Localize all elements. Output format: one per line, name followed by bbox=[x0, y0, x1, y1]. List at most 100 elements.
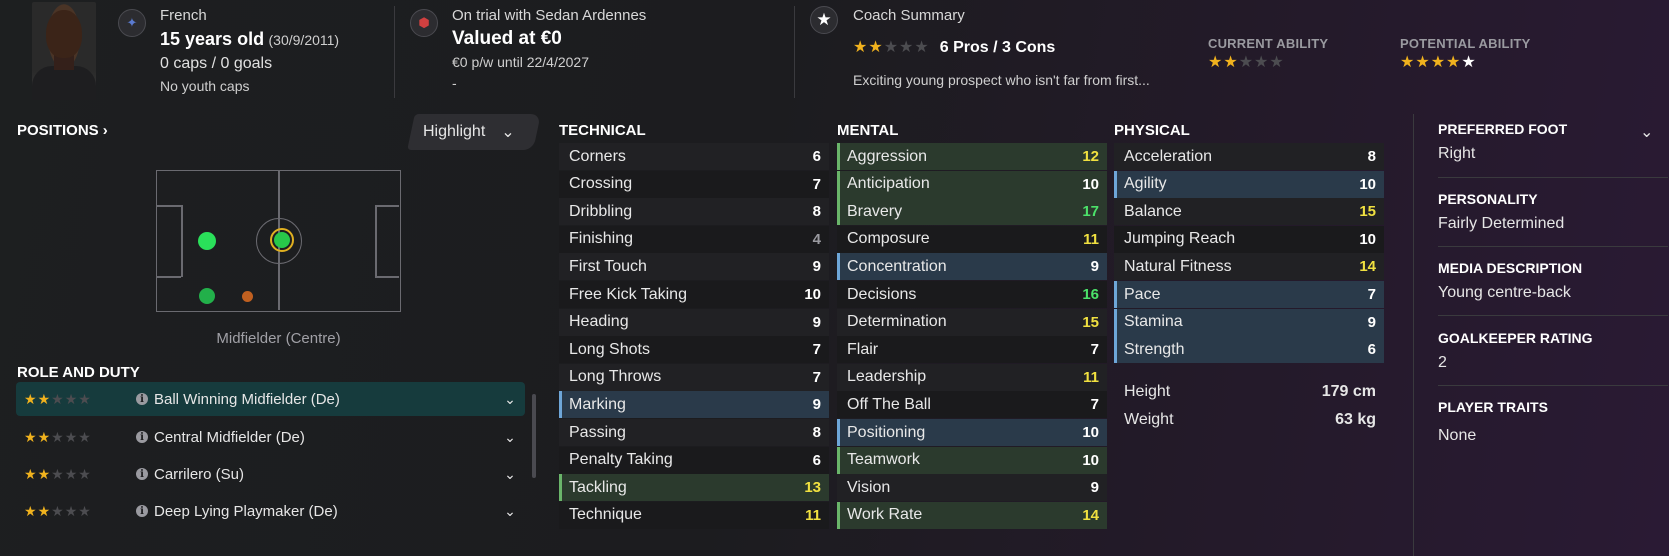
role-stars: ★★★★★ bbox=[16, 429, 136, 446]
star-empty-icon: ★ bbox=[51, 465, 65, 482]
attribute-name: Penalty Taking bbox=[569, 451, 673, 469]
info-icon[interactable]: i bbox=[136, 505, 148, 517]
attribute-row[interactable]: Passing 8 bbox=[559, 419, 829, 446]
star-empty-icon: ★ bbox=[1238, 54, 1255, 71]
attribute-row[interactable]: Crossing 7 bbox=[559, 170, 829, 198]
role-row[interactable]: ★★★★★ i Carrilero (Su) ⌄ bbox=[16, 457, 525, 491]
attribute-row[interactable]: Teamwork 10 bbox=[837, 446, 1107, 474]
attribute-row[interactable]: Flair 7 bbox=[837, 336, 1107, 364]
attribute-row[interactable]: Marking 9 bbox=[559, 391, 829, 419]
attribute-row[interactable]: Stamina 9 bbox=[1114, 308, 1384, 336]
attribute-row[interactable]: Off The Ball 7 bbox=[837, 391, 1107, 419]
attribute-name: Leadership bbox=[847, 368, 927, 386]
contract: €0 p/w until 22/4/2027 bbox=[452, 54, 589, 70]
chevron-down-icon[interactable]: ⌄ bbox=[495, 466, 525, 483]
attribute-row[interactable]: Bravery 17 bbox=[837, 198, 1107, 226]
star-empty-icon: ★ bbox=[1269, 54, 1285, 71]
attribute-row[interactable]: First Touch 9 bbox=[559, 253, 829, 281]
coach-summary-title[interactable]: Coach Summary bbox=[853, 7, 965, 24]
attribute-row[interactable]: Pace 7 bbox=[1114, 281, 1384, 308]
attribute-value: 16 bbox=[1082, 286, 1099, 303]
attribute-row[interactable]: Dribbling 8 bbox=[559, 198, 829, 226]
attribute-name: Strength bbox=[1124, 340, 1185, 358]
attribute-name: Balance bbox=[1124, 202, 1182, 220]
role-row[interactable]: ★★★★★ i Central Midfielder (De) ⌄ bbox=[16, 420, 525, 454]
role-row[interactable]: ★★★★★ i Ball Winning Midfielder (De) ⌄ bbox=[16, 382, 525, 416]
star-filled-icon: ★ bbox=[1400, 54, 1416, 71]
star-empty-icon: ★ bbox=[78, 390, 92, 407]
attribute-row[interactable]: Determination 15 bbox=[837, 308, 1107, 336]
media-description: Young centre-back bbox=[1438, 284, 1571, 301]
chevron-right-icon: › bbox=[102, 122, 108, 139]
attribute-row[interactable]: Penalty Taking 6 bbox=[559, 446, 829, 474]
coach-summary-text: Exciting young prospect who isn't far fr… bbox=[853, 72, 1150, 88]
info-icon[interactable]: i bbox=[136, 468, 148, 480]
attribute-name: Concentration bbox=[847, 257, 947, 275]
attribute-name: Bravery bbox=[847, 202, 903, 220]
attribute-row[interactable]: Corners 6 bbox=[559, 143, 829, 170]
attribute-row[interactable]: Decisions 16 bbox=[837, 281, 1107, 308]
role-row[interactable]: ★★★★★ i Deep Lying Playmaker (De) ⌄ bbox=[16, 494, 525, 528]
chevron-down-icon[interactable]: ⌄ bbox=[1640, 122, 1653, 142]
attribute-row[interactable]: Natural Fitness 14 bbox=[1114, 253, 1384, 281]
attribute-row[interactable]: Tackling 13 bbox=[559, 474, 829, 502]
attribute-name: Teamwork bbox=[847, 451, 920, 469]
chevron-down-icon[interactable]: ⌄ bbox=[495, 429, 525, 446]
role-stars: ★★★★★ bbox=[16, 503, 136, 520]
divider bbox=[1438, 315, 1668, 316]
attribute-row[interactable]: Composure 11 bbox=[837, 225, 1107, 253]
attribute-row[interactable]: Balance 15 bbox=[1114, 198, 1384, 226]
attribute-row[interactable]: Technique 11 bbox=[559, 501, 829, 529]
info-icon[interactable]: i bbox=[136, 431, 148, 443]
star-filled-icon: ★ bbox=[24, 465, 38, 482]
attribute-name: Agility bbox=[1124, 175, 1167, 193]
star-empty-icon: ★ bbox=[78, 465, 92, 482]
attribute-row[interactable]: Long Throws 7 bbox=[559, 363, 829, 391]
current-ability-label: CURRENT ABILITY bbox=[1208, 36, 1329, 51]
attribute-name: Off The Ball bbox=[847, 395, 931, 413]
attribute-row[interactable]: Long Shots 7 bbox=[559, 336, 829, 364]
attribute-row[interactable]: Heading 9 bbox=[559, 308, 829, 336]
attribute-row[interactable]: Free Kick Taking 10 bbox=[559, 281, 829, 308]
positions-title[interactable]: POSITIONS › bbox=[17, 122, 108, 139]
info-icon[interactable]: i bbox=[136, 393, 148, 405]
personality-label: PERSONALITY bbox=[1438, 191, 1538, 207]
star-icon: ★ bbox=[810, 6, 838, 34]
height-row: Height 179 cm bbox=[1124, 383, 1376, 400]
attribute-value: 8 bbox=[1367, 148, 1376, 165]
star-empty-icon: ★ bbox=[64, 465, 79, 482]
highlight-dropdown-label[interactable]: Highlight ⌄ bbox=[423, 122, 515, 142]
attribute-value: 9 bbox=[1367, 313, 1376, 331]
attribute-row[interactable]: Work Rate 14 bbox=[837, 501, 1107, 529]
attribute-row[interactable]: Positioning 10 bbox=[837, 419, 1107, 446]
header-divider bbox=[794, 6, 795, 98]
attribute-row[interactable]: Jumping Reach 10 bbox=[1114, 225, 1384, 253]
attribute-row[interactable]: Leadership 11 bbox=[837, 363, 1107, 391]
attribute-row[interactable]: Agility 10 bbox=[1114, 170, 1384, 198]
attribute-row[interactable]: Vision 9 bbox=[837, 474, 1107, 502]
attribute-value: 6 bbox=[812, 451, 821, 469]
header-divider bbox=[394, 6, 395, 98]
chevron-down-icon[interactable]: ⌄ bbox=[495, 503, 525, 520]
star-half-icon: ★ bbox=[1461, 54, 1477, 71]
role-scrollbar[interactable] bbox=[532, 394, 536, 478]
attribute-row[interactable]: Strength 6 bbox=[1114, 336, 1384, 364]
attribute-name: Free Kick Taking bbox=[569, 285, 687, 303]
france-flag-icon: ✦ bbox=[118, 9, 146, 37]
attribute-row[interactable]: Concentration 9 bbox=[837, 253, 1107, 281]
chevron-down-icon[interactable]: ⌄ bbox=[495, 391, 525, 408]
attribute-row[interactable]: Finishing 4 bbox=[559, 225, 829, 253]
attribute-value: 6 bbox=[1367, 341, 1376, 359]
star-empty-icon: ★ bbox=[1254, 54, 1270, 71]
attribute-row[interactable]: Aggression 12 bbox=[837, 143, 1107, 170]
attribute-row[interactable]: Anticipation 10 bbox=[837, 170, 1107, 198]
attribute-row[interactable]: Acceleration 8 bbox=[1114, 143, 1384, 170]
attribute-name: Corners bbox=[569, 147, 626, 165]
position-marker bbox=[198, 232, 216, 250]
attribute-value: 11 bbox=[1083, 230, 1099, 248]
attribute-value: 7 bbox=[812, 341, 821, 359]
chevron-down-icon: ⌄ bbox=[501, 124, 515, 141]
personality: Fairly Determined bbox=[1438, 215, 1565, 232]
position-marker-main bbox=[274, 232, 290, 248]
potential-ability-stars: ★★★★★ bbox=[1400, 54, 1477, 72]
